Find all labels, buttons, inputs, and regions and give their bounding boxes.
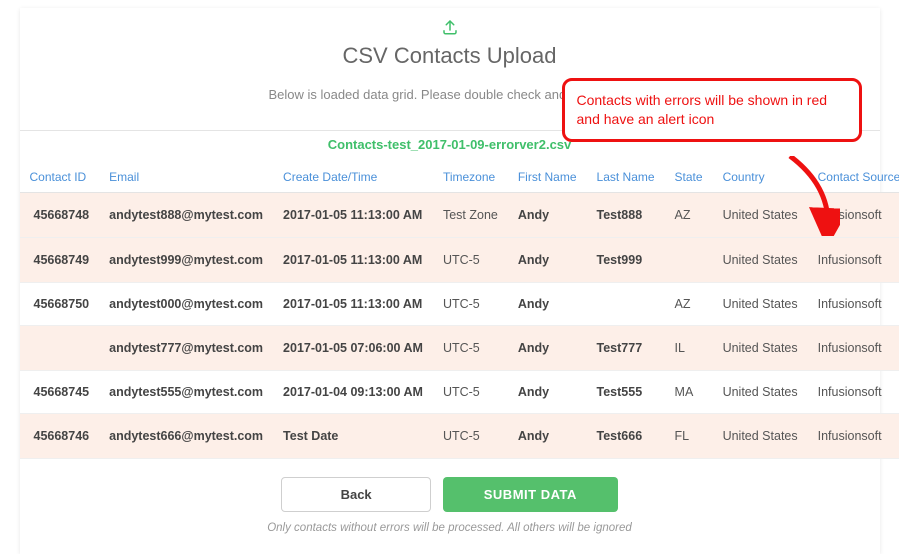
cell-country: United States (713, 371, 808, 414)
cell-first-name: Andy (508, 326, 587, 371)
submit-data-button[interactable]: SUBMIT DATA (443, 477, 618, 512)
cell-timezone: UTC-5 (433, 238, 508, 283)
footnote: Only contacts without errors will be pro… (20, 522, 880, 534)
table-row: 45668748andytest888@mytest.com2017-01-05… (20, 193, 899, 238)
cell-contact-id: 45668748 (20, 193, 100, 238)
col-email[interactable]: Email (99, 162, 273, 193)
cell-contact-id: 45668746 (20, 414, 100, 459)
cell-source: Infusionsoft (808, 283, 899, 326)
back-button[interactable]: Back (281, 477, 431, 512)
cell-email: andytest999@mytest.com (99, 238, 273, 283)
cell-contact-id: 45668745 (20, 371, 100, 414)
cell-last-name: Test666 (587, 414, 665, 459)
cell-first-name: Andy (508, 193, 587, 238)
cell-state: AZ (665, 283, 713, 326)
col-timezone[interactable]: Timezone (433, 162, 508, 193)
cell-state (665, 238, 713, 283)
cell-timezone: UTC-5 (433, 371, 508, 414)
cell-state: FL (665, 414, 713, 459)
annotation-text: Contacts with errors will be shown in re… (577, 92, 828, 127)
cell-contact-id: 45668749 (20, 238, 100, 283)
cell-timezone: UTC-5 (433, 414, 508, 459)
cell-timezone: Test Zone (433, 193, 508, 238)
cell-email: andytest777@mytest.com (99, 326, 273, 371)
cell-source: Infusionsoft (808, 371, 899, 414)
upload-panel: CSV Contacts Upload Below is loaded data… (20, 8, 880, 554)
cell-source: Infusionsoft (808, 326, 899, 371)
cell-first-name: Andy (508, 371, 587, 414)
col-state[interactable]: State (665, 162, 713, 193)
table-row: 45668746andytest666@mytest.comTest DateU… (20, 414, 899, 459)
col-contact-id[interactable]: Contact ID (20, 162, 100, 193)
annotation-callout: Contacts with errors will be shown in re… (562, 78, 862, 142)
cell-created: 2017-01-05 11:13:00 AM (273, 238, 433, 283)
cell-created: 2017-01-05 11:13:00 AM (273, 193, 433, 238)
contacts-table: Contact ID Email Create Date/Time Timezo… (20, 162, 899, 459)
cell-created: 2017-01-04 09:13:00 AM (273, 371, 433, 414)
cell-contact-id (20, 326, 100, 371)
col-last-name[interactable]: Last Name (587, 162, 665, 193)
table-row: 45668750andytest000@mytest.com2017-01-05… (20, 283, 899, 326)
table-header-row: Contact ID Email Create Date/Time Timezo… (20, 162, 899, 193)
page-title: CSV Contacts Upload (20, 43, 880, 69)
cell-state: AZ (665, 193, 713, 238)
button-row: Back SUBMIT DATA (20, 477, 880, 512)
cell-first-name: Andy (508, 414, 587, 459)
cell-timezone: UTC-5 (433, 326, 508, 371)
cell-created: 2017-01-05 07:06:00 AM (273, 326, 433, 371)
cell-first-name: Andy (508, 238, 587, 283)
cell-last-name: Test888 (587, 193, 665, 238)
cell-source: Infusionsoft (808, 238, 899, 283)
cell-created: 2017-01-05 11:13:00 AM (273, 283, 433, 326)
upload-icon (20, 18, 880, 39)
table-row: 45668749andytest999@mytest.com2017-01-05… (20, 238, 899, 283)
cell-email: andytest555@mytest.com (99, 371, 273, 414)
cell-first-name: Andy (508, 283, 587, 326)
cell-email: andytest888@mytest.com (99, 193, 273, 238)
cell-contact-id: 45668750 (20, 283, 100, 326)
cell-state: MA (665, 371, 713, 414)
table-row: 45668745andytest555@mytest.com2017-01-04… (20, 371, 899, 414)
cell-state: IL (665, 326, 713, 371)
cell-country: United States (713, 326, 808, 371)
col-first-name[interactable]: First Name (508, 162, 587, 193)
annotation-arrow-icon (780, 156, 840, 236)
cell-country: United States (713, 238, 808, 283)
cell-country: United States (713, 283, 808, 326)
table-row: andytest777@mytest.com2017-01-05 07:06:0… (20, 326, 899, 371)
cell-timezone: UTC-5 (433, 283, 508, 326)
cell-last-name: Test777 (587, 326, 665, 371)
cell-created: Test Date (273, 414, 433, 459)
cell-email: andytest666@mytest.com (99, 414, 273, 459)
cell-country: United States (713, 414, 808, 459)
cell-last-name: Test999 (587, 238, 665, 283)
cell-last-name: Test555 (587, 371, 665, 414)
cell-source: Infusionsoft (808, 414, 899, 459)
col-create-date[interactable]: Create Date/Time (273, 162, 433, 193)
cell-last-name (587, 283, 665, 326)
cell-email: andytest000@mytest.com (99, 283, 273, 326)
